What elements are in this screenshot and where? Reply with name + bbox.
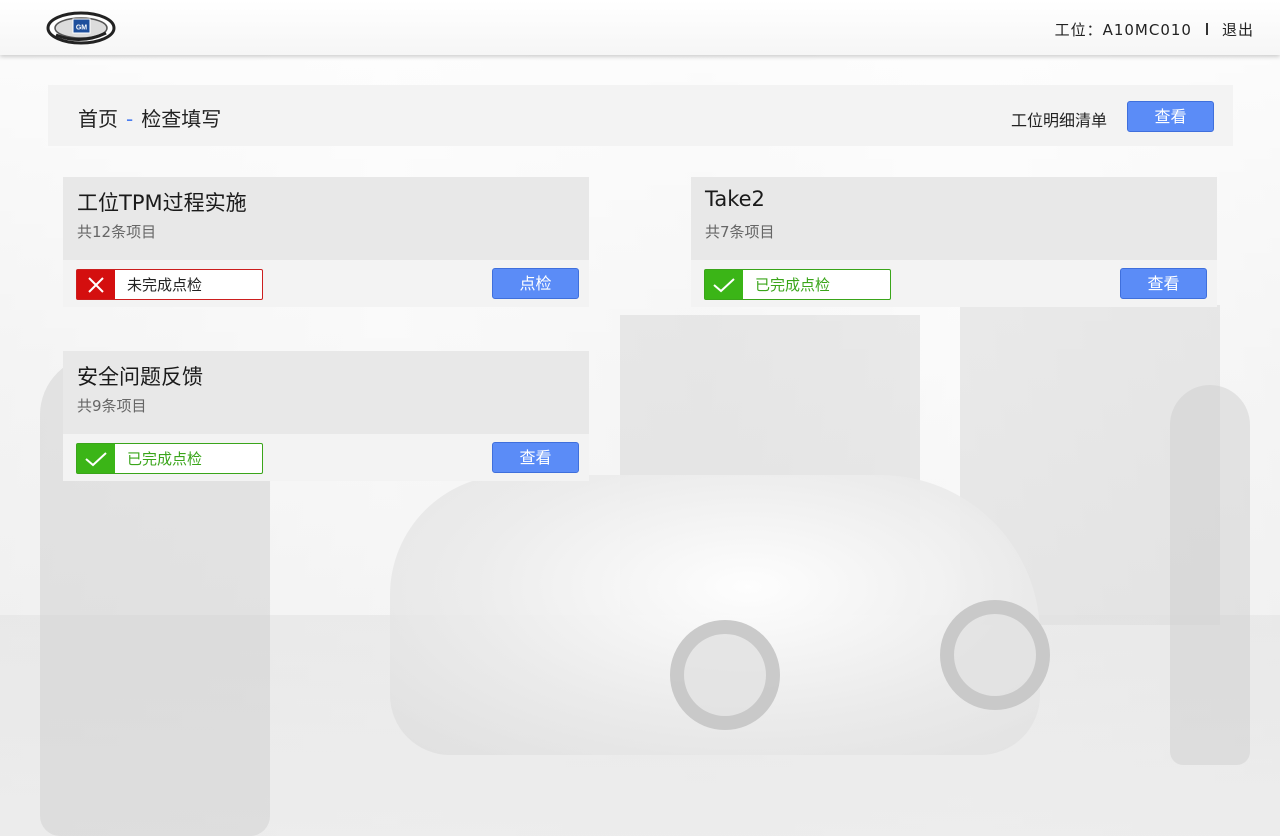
card-footer: 已完成点检 查看	[691, 260, 1217, 307]
card-footer: 已完成点检 查看	[63, 434, 589, 481]
checkmark-icon	[77, 444, 115, 473]
card-title: 安全问题反馈	[77, 365, 203, 389]
status-text: 未完成点检	[127, 276, 203, 294]
card-header: Take2 共7条项目	[691, 177, 1217, 260]
card-title: Take2	[705, 187, 765, 211]
view-button[interactable]: 查看	[492, 442, 579, 473]
card-header: 工位TPM过程实施 共12条项目	[63, 177, 589, 260]
breadcrumb-current: 检查填写	[141, 107, 222, 131]
card-item-count: 共12条项目	[77, 223, 157, 241]
card-item-count: 共9条项目	[77, 397, 147, 415]
card-footer: 未完成点检 点检	[63, 260, 589, 307]
view-station-detail-button[interactable]: 查看	[1127, 101, 1214, 132]
status-badge: 已完成点检	[704, 269, 891, 300]
inspection-card-take2: Take2 共7条项目 已完成点检 查看	[691, 177, 1217, 307]
card-header: 安全问题反馈 共9条项目	[63, 351, 589, 434]
status-text: 已完成点检	[755, 276, 831, 294]
card-item-count: 共7条项目	[705, 223, 775, 241]
station-detail-label: 工位明细清单	[1010, 111, 1107, 130]
checkmark-icon	[705, 270, 743, 299]
card-title: 工位TPM过程实施	[77, 191, 247, 215]
station-label: 工位：A10MC010	[1054, 20, 1192, 39]
top-header: GM 工位：A10MC010 退出	[0, 0, 1280, 55]
logo-text: GM	[76, 25, 87, 32]
status-badge: 未完成点检	[76, 269, 263, 300]
breadcrumb: 首页 - 检查填写	[78, 103, 221, 132]
inspection-card-tpm: 工位TPM过程实施 共12条项目 未完成点检 点检	[63, 177, 589, 307]
title-bar: 首页 - 检查填写 工位明细清单 查看	[48, 85, 1233, 146]
status-badge: 已完成点检	[76, 443, 263, 474]
status-text: 已完成点检	[127, 450, 203, 468]
header-user-area: 工位：A10MC010 退出	[1055, 18, 1254, 40]
breadcrumb-separator: -	[126, 107, 134, 131]
breadcrumb-home[interactable]: 首页	[78, 107, 118, 131]
header-divider	[1205, 23, 1208, 35]
company-logo: GM	[46, 11, 116, 45]
inspection-card-safety: 安全问题反馈 共9条项目 已完成点检 查看	[63, 351, 589, 481]
close-icon	[77, 270, 115, 299]
inspect-button[interactable]: 点检	[492, 268, 579, 299]
view-button[interactable]: 查看	[1120, 268, 1207, 299]
logout-link[interactable]: 退出	[1222, 19, 1254, 40]
